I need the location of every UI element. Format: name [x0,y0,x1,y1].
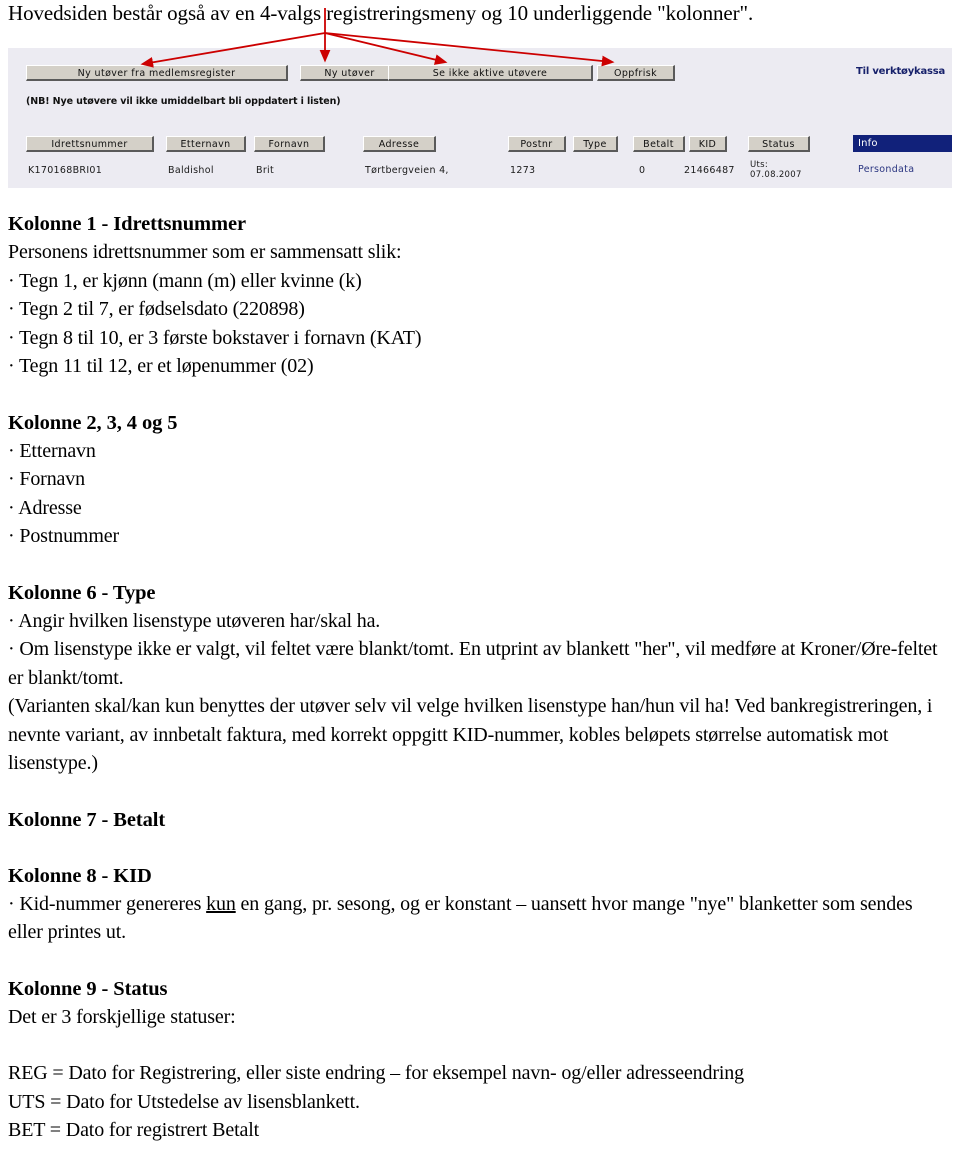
column-header-kid[interactable]: KID [689,136,727,152]
kolonne-2345-bullet-4: · Postnummer [8,525,119,547]
status-bet: BET = Dato for registrert Betalt [8,1119,260,1141]
column-header-etternavn[interactable]: Etternavn [166,136,246,152]
cell-etternavn: Baldishol [168,165,214,176]
column-header-info[interactable]: Info [853,135,952,152]
kolonne-8-text: · Kid-nummer genereres kun en gang, pr. … [8,890,952,947]
heading-kolonne-6: Kolonne 6 - Type [8,581,156,604]
heading-kolonne-2345: Kolonne 2, 3, 4 og 5 [8,411,178,434]
cell-fornavn: Brit [256,165,274,176]
kolonne-6-line-2: · Om lisenstype ikke er valgt, vil felte… [8,638,938,689]
column-header-idrettsnummer[interactable]: Idrettsnummer [26,136,154,152]
column-header-adresse[interactable]: Adresse [363,136,436,152]
cell-status-label: Uts: [750,160,769,170]
status-uts: UTS = Dato for Utstedelse av lisensblank… [8,1090,360,1113]
button-ny-utover-fra-medlemsregister[interactable]: Ny utøver fra medlemsregister [26,65,288,81]
heading-kolonne-8: Kolonne 8 - KID [8,864,152,887]
kolonne-2345-bullet-1: · Etternavn [8,439,96,462]
cell-postnr: 1273 [510,165,536,176]
note-new-users-not-updated: (NB! Nye utøvere vil ikke umiddelbart bl… [26,96,341,107]
status-reg: REG = Dato for Registrering, eller siste… [8,1062,744,1084]
page-intro-line: Hovedsiden består også av en 4-valgs reg… [8,1,754,25]
kolonne-1-bullet-4: · Tegn 11 til 12, er et løpenummer (02) [8,355,314,377]
column-header-postnr[interactable]: Postnr [508,136,566,152]
button-oppfrisk[interactable]: Oppfrisk [597,65,675,81]
kolonne-1-bullet-3: · Tegn 8 til 10, er 3 første bokstaver i… [8,326,422,349]
embedded-app-screenshot: Ny utøver fra medlemsregister Ny utøver … [8,48,952,188]
button-se-ikke-aktive-utovere[interactable]: Se ikke aktive utøvere [388,65,593,81]
heading-kolonne-1: Kolonne 1 - Idrettsnummer [8,213,246,235]
cell-idrettsnummer: K170168BRI01 [28,165,103,176]
cell-betalt: 0 [639,165,646,176]
button-ny-utover[interactable]: Ny utøver [300,65,400,81]
kolonne-2345-bullet-2: · Fornavn [8,468,85,490]
cell-info-persondata[interactable]: Persondata [858,164,914,175]
kolonne-6-line-3: (Varianten skal/kan kun benyttes der utø… [8,695,933,774]
kolonne-1-intro: Personens idrettsnummer som er sammensat… [8,241,402,263]
link-til-verktoykassa[interactable]: Til verktøykassa [856,66,945,77]
heading-kolonne-7: Kolonne 7 - Betalt [8,808,166,831]
kolonne-6-line-1: · Angir hvilken lisenstype utøveren har/… [8,609,381,632]
column-header-type[interactable]: Type [573,136,618,152]
app-panel: Ny utøver fra medlemsregister Ny utøver … [8,48,952,188]
kolonne-9-intro: Det er 3 forskjellige statuser: [8,1005,236,1028]
kolonne-1-bullet-2: · Tegn 2 til 7, er fødselsdato (220898) [8,298,305,320]
cell-adresse: Tørtbergveien 4, [365,165,449,176]
kolonne-8-underlined-word: kun [206,892,236,915]
cell-status-date: 07.08.2007 [750,170,802,180]
column-header-fornavn[interactable]: Fornavn [254,136,325,152]
column-header-status[interactable]: Status [748,136,810,152]
column-header-betalt[interactable]: Betalt [633,136,685,152]
heading-kolonne-9: Kolonne 9 - Status [8,977,168,1000]
kolonne-8-text-before: · Kid-nummer genereres [8,892,207,915]
document-body: Kolonne 1 - Idrettsnummer Personens idre… [8,210,952,1145]
kolonne-1-bullet-1: · Tegn 1, er kjønn (mann (m) eller kvinn… [8,269,362,292]
cell-kid: 21466487 [684,165,735,176]
kolonne-2345-bullet-3: · Adresse [8,496,82,519]
